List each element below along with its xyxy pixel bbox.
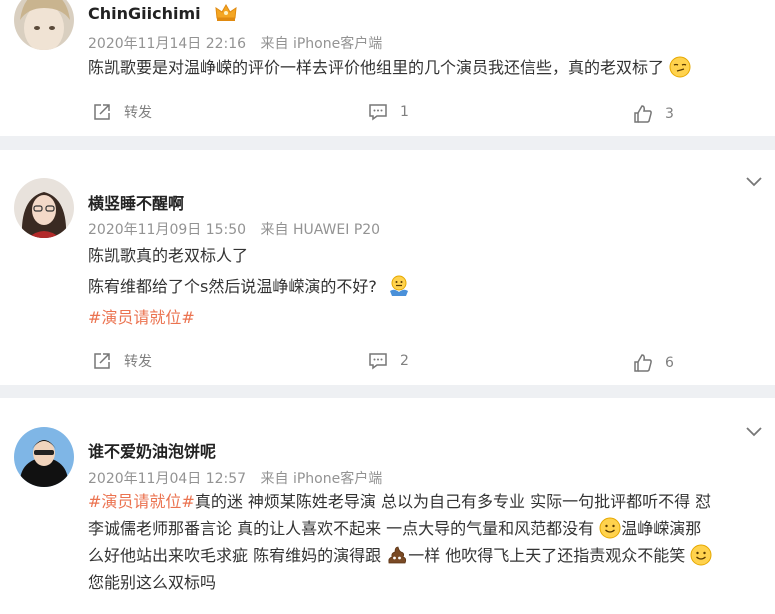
smirk-emoji-icon xyxy=(669,56,691,78)
like-count: 6 xyxy=(665,355,674,371)
comment-bubble-icon xyxy=(369,353,387,370)
comment-card: 横竖睡不醒啊 2020年11月09日 15:50 来自 HUAWEI P20 陈… xyxy=(0,150,775,385)
like-count: 3 xyxy=(665,106,674,122)
like-button[interactable]: 6 xyxy=(633,353,674,373)
source-device: 来自 iPhone客户端 xyxy=(260,36,383,52)
crown-badge-icon xyxy=(215,3,237,21)
repost-button[interactable]: 转发 xyxy=(92,351,152,371)
comment-text: #演员请就位#真的迷 神烦某陈姓老导演 总以为自己有多专业 实际一句批评都听不得… xyxy=(88,492,712,592)
comment-text: 陈凯歌要是对温峥嵘的评价一样去评价他组里的几个演员我还信些，真的老双标了 xyxy=(88,54,765,81)
comment-card: ChinGiichimi 2020年11月14日 22:16 来自 iPhone… xyxy=(0,0,775,136)
comment-count: 2 xyxy=(400,353,409,369)
comment-card: 谁不爱奶油泡饼呢 2020年11月04日 12:57 来自 iPhone客户端 … xyxy=(0,398,775,614)
username[interactable]: 谁不爱奶油泡饼呢 xyxy=(88,438,216,462)
avatar[interactable] xyxy=(14,0,74,50)
comment-count: 1 xyxy=(400,104,409,120)
avatar[interactable] xyxy=(14,427,74,487)
comment-meta: 2020年11月14日 22:16 来自 iPhone客户端 xyxy=(88,33,392,53)
comment-text: 陈凯歌真的老双标人了 陈宥维都给了个s然后说温峥嵘演的不好? #演员请就位# xyxy=(88,240,765,333)
timestamp: 2020年11月04日 12:57 xyxy=(88,471,247,487)
like-button[interactable]: 3 xyxy=(633,104,674,124)
share-out-icon xyxy=(94,104,110,120)
comment-meta: 2020年11月04日 12:57 来自 iPhone客户端 xyxy=(88,468,392,488)
hashtag-link[interactable]: #演员请就位# xyxy=(88,492,195,511)
poop-emoji-icon xyxy=(388,546,407,564)
action-bar: 转发 1 3 xyxy=(0,102,775,126)
source-device: 来自 HUAWEI P20 xyxy=(260,222,381,238)
smile-emoji-icon xyxy=(599,517,621,539)
chevron-down-icon[interactable] xyxy=(745,426,763,438)
username[interactable]: ChinGiichimi xyxy=(88,2,238,23)
smile-emoji-icon xyxy=(690,544,712,566)
avatar[interactable] xyxy=(14,178,74,238)
comment-button[interactable]: 2 xyxy=(368,351,409,371)
timestamp: 2020年11月09日 15:50 xyxy=(88,222,247,238)
thumbs-up-icon xyxy=(634,105,652,123)
comment-bubble-icon xyxy=(369,104,387,121)
comment-button[interactable]: 1 xyxy=(368,102,409,122)
timestamp: 2020年11月14日 22:16 xyxy=(88,36,247,52)
comment-meta: 2020年11月09日 15:50 来自 HUAWEI P20 xyxy=(88,219,390,239)
action-bar: 转发 2 6 xyxy=(0,351,775,375)
source-device: 来自 iPhone客户端 xyxy=(260,471,383,487)
thumbs-up-icon xyxy=(634,354,652,372)
chevron-down-icon[interactable] xyxy=(745,176,763,188)
username[interactable]: 横竖睡不醒啊 xyxy=(88,190,184,214)
repost-button[interactable]: 转发 xyxy=(92,102,152,122)
share-out-icon xyxy=(94,353,110,369)
shrug-emoji-icon xyxy=(389,275,408,296)
hashtag-link[interactable]: #演员请就位# xyxy=(88,302,765,333)
